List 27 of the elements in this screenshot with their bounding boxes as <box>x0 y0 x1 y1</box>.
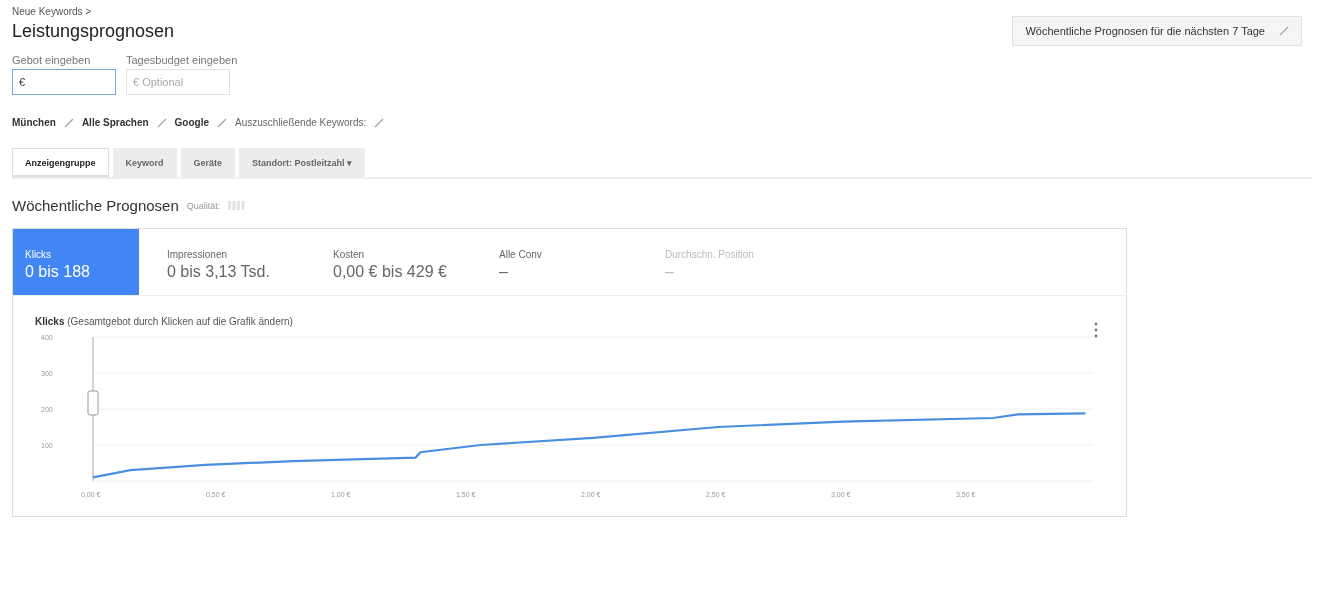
pencil-icon[interactable] <box>374 117 385 128</box>
more-icon[interactable] <box>1094 322 1098 338</box>
period-button[interactable]: Wöchentliche Prognosen für die nächsten 7 Tage <box>1012 16 1302 46</box>
input-field[interactable]: € Optional <box>126 69 230 95</box>
filter-label: München <box>12 117 56 128</box>
input-field[interactable]: € <box>12 69 116 95</box>
tab[interactable]: Geräte <box>180 148 236 177</box>
pencil-icon[interactable] <box>217 117 228 128</box>
filter-label: Auszuschließende Keywords: <box>235 117 367 128</box>
quality-label: Qualität: <box>186 200 221 211</box>
filter-label: Alle Sprachen <box>81 117 149 128</box>
bid-handle[interactable] <box>87 390 99 416</box>
field-label: Gebot eingeben <box>12 54 92 66</box>
pencil-icon[interactable] <box>63 117 74 128</box>
field-label: Tagesbudget eingeben <box>126 54 238 66</box>
section-title: Wöchentliche Prognosen <box>12 197 179 214</box>
chart-title: Klicks (Gesamtgebot durch Klicken auf die Grafik ändern) <box>35 316 294 327</box>
pencil-icon <box>1279 26 1289 36</box>
page-title: Leistungsprognosen <box>12 21 175 42</box>
metric-tab[interactable]: Klicks 0 bis 188 <box>13 229 139 295</box>
tab[interactable]: Anzeigengruppe <box>12 148 109 177</box>
tab[interactable]: Standort: Postleitzahl ▾ <box>239 148 366 177</box>
filter-label: Google <box>174 117 210 128</box>
tab[interactable]: Keyword <box>112 148 177 177</box>
pencil-icon[interactable] <box>156 117 167 128</box>
quality-meter-icon <box>228 201 247 210</box>
breadcrumb[interactable]: Neue Keywords > <box>12 6 175 17</box>
